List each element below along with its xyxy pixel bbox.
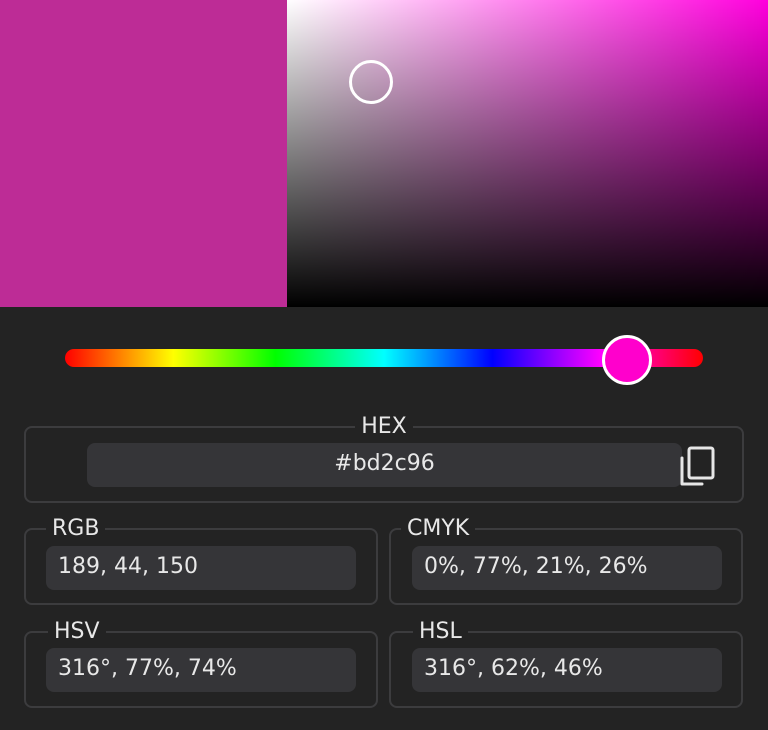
color-preview <box>0 0 287 307</box>
hue-slider-handle[interactable] <box>602 335 652 385</box>
hsv-value-field[interactable]: 316°, 77%, 74% <box>46 648 356 692</box>
copy-icon[interactable] <box>676 444 718 488</box>
rgb-value-field[interactable]: 189, 44, 150 <box>46 546 356 590</box>
saturation-value-handle[interactable] <box>349 60 393 104</box>
hsl-label: HSL <box>419 619 462 644</box>
rgb-label: RGB <box>52 516 100 541</box>
hsl-value-field[interactable]: 316°, 62%, 46% <box>412 648 722 692</box>
cmyk-label: CMYK <box>407 516 470 541</box>
value-gradient <box>287 0 768 307</box>
cmyk-value-field[interactable]: 0%, 77%, 21%, 26% <box>412 546 722 590</box>
hex-value-field[interactable]: #bd2c96 <box>87 443 682 487</box>
saturation-value-area[interactable] <box>287 0 768 307</box>
hex-label: HEX <box>361 414 407 439</box>
hsv-label: HSV <box>54 619 100 644</box>
